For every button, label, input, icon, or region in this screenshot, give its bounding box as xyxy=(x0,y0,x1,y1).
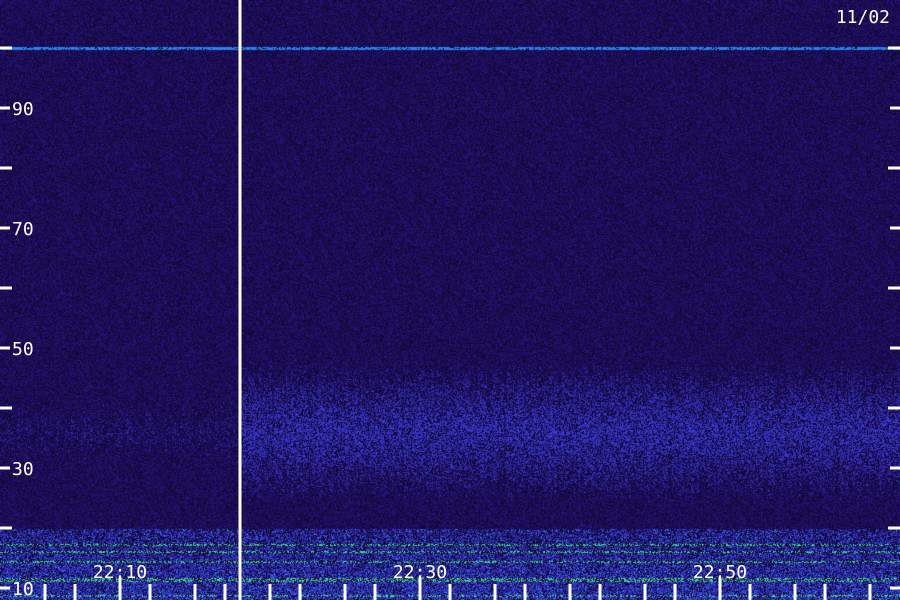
spectrogram-chart: 10 30 50 70 90 22:10 22:30 22:50 11/02 xyxy=(0,0,900,600)
x-tick-label: 22:50 xyxy=(693,562,747,583)
y-tick-label: 30 xyxy=(12,459,34,480)
y-tick-label: 70 xyxy=(12,219,34,240)
date-label: 11/02 xyxy=(836,7,890,28)
y-tick-label: 10 xyxy=(12,579,34,600)
x-tick-label: 22:30 xyxy=(393,562,447,583)
y-tick-label: 90 xyxy=(12,99,34,120)
x-tick-label: 22:10 xyxy=(93,562,147,583)
spectrogram-field xyxy=(0,0,900,600)
y-tick-label: 50 xyxy=(12,339,34,360)
